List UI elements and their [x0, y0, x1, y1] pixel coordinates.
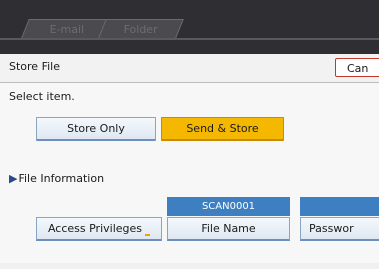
password-value	[300, 197, 379, 216]
store-only-label: Store Only	[67, 122, 125, 135]
file-name-button[interactable]: File Name	[167, 217, 290, 241]
bottom-edge	[0, 263, 379, 269]
tab-folder-label: Folder	[123, 22, 158, 36]
tab-divider	[0, 38, 379, 40]
file-information-toggle[interactable]: ▶ File Information	[9, 172, 104, 185]
access-privileges-label: Access Privileges	[47, 222, 143, 235]
password-button[interactable]: Passwor	[300, 217, 379, 241]
file-name-value: SCAN0001	[167, 197, 290, 216]
file-name-value-text: SCAN0001	[201, 201, 256, 212]
select-item-label: Select item.	[9, 90, 75, 103]
password-label: Passwor	[309, 222, 354, 235]
triangle-right-icon: ▶	[9, 172, 18, 185]
top-tab-bar: E-mail Folder	[0, 0, 379, 54]
cancel-button[interactable]: Can	[335, 58, 379, 77]
tab-email-label: E-mail	[50, 22, 85, 36]
access-privileges-button[interactable]: Access Privileges	[36, 217, 162, 241]
store-only-button[interactable]: Store Only	[36, 117, 156, 141]
tab-folder[interactable]: Folder	[98, 19, 184, 38]
send-and-store-button[interactable]: Send & Store	[161, 117, 284, 141]
send-and-store-label: Send & Store	[186, 122, 259, 135]
file-information-label: File Information	[18, 172, 105, 185]
file-name-label: File Name	[201, 222, 256, 235]
more-indicator-icon	[145, 230, 151, 236]
title-row: Store File Can	[0, 54, 379, 83]
page-title: Store File	[9, 60, 60, 73]
